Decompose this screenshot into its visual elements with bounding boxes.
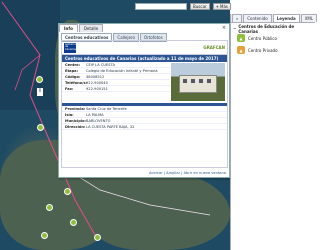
window-shape — [199, 79, 203, 83]
school-marker[interactable] — [36, 76, 43, 83]
field-label: Código: — [65, 75, 81, 79]
school-photo[interactable] — [171, 63, 225, 101]
field-value: LA CUESTA PARTE BAJA, 32 — [86, 125, 135, 129]
field-label: Municipio: — [65, 119, 86, 123]
tab-info[interactable]: Info — [59, 24, 78, 32]
field-label: Fax: — [65, 87, 74, 91]
legend: − Centros de Educación de Canarias ▲ Cen… — [231, 23, 315, 58]
legend-item-label: Centro Público — [248, 35, 277, 41]
side-panel: ⌕ Contenido Leyenda XML − Centros de Edu… — [230, 14, 318, 250]
window-shape — [191, 79, 195, 83]
field-value: Colegio de Educación Infantil y Primaria — [86, 69, 158, 73]
grafcan-logo: GRAFCAN — [203, 45, 225, 50]
field-value: CEIP LA CUESTA — [86, 63, 115, 67]
school-marker[interactable] — [94, 234, 101, 241]
school-private-icon: ▲ — [237, 46, 245, 54]
school-marker[interactable] — [41, 232, 48, 239]
school-marker[interactable] — [64, 188, 71, 195]
field-value: 38008512 — [86, 75, 105, 79]
field-row: Fax: 922-900151 — [62, 86, 170, 92]
field-value: 922-900151 — [86, 87, 108, 91]
search-button[interactable]: Buscar — [190, 3, 210, 10]
field-label: Centro: — [65, 63, 81, 67]
search-input[interactable] — [135, 3, 187, 10]
record-fields: Centro: CEIP LA CUESTA Etapa: Colegio de E… — [62, 62, 170, 102]
legend-item: ▲ Centro Público — [233, 32, 313, 44]
tab-contenido[interactable]: Contenido — [243, 14, 272, 22]
info-popup: Info Detalle × Centros educativos Callej… — [58, 23, 230, 178]
field-label: Dirección: — [65, 125, 86, 129]
field-label: Isla: — [65, 113, 74, 117]
record-top: Centro: CEIP LA CUESTA Etapa: Colegio de E… — [62, 62, 227, 102]
close-icon[interactable]: × — [221, 25, 227, 31]
legend-title: Centros de Educación de Canarias — [238, 23, 295, 34]
window-shape — [183, 79, 187, 83]
side-tabs: ⌕ Contenido Leyenda XML — [231, 14, 318, 23]
record-title: Centros educativos de Canarias (actualiz… — [62, 55, 227, 62]
legend-header[interactable]: − Centros de Educación de Canarias — [233, 23, 313, 34]
building-shape — [179, 75, 217, 93]
field-value: Santa Cruz de Tenerife — [86, 107, 127, 111]
tab-detalle[interactable]: Detalle — [78, 24, 104, 32]
field-label: Teléfono/s: — [65, 81, 88, 85]
school-marker[interactable] — [46, 204, 53, 211]
popup-body: Gobierno de Canarias GRAFCAN Centros edu… — [61, 40, 228, 168]
field-label: Etapa: — [65, 69, 79, 73]
school-marker[interactable] — [70, 219, 77, 226]
field-label: Provincia: — [65, 107, 86, 111]
gobierno-canarias-logo: Gobierno de Canarias — [64, 42, 77, 53]
school-public-icon: ▲ — [237, 34, 245, 42]
school-marker[interactable] — [37, 124, 44, 131]
info-marker-icon[interactable]: i — [37, 88, 43, 96]
popup-header: Gobierno de Canarias GRAFCAN — [62, 41, 227, 55]
tab-xml[interactable]: XML — [300, 14, 318, 22]
field-value: LA PALMA — [86, 113, 104, 117]
legend-item-label: Centro Privado — [248, 47, 278, 53]
window-shape — [207, 79, 211, 83]
field-value: BARLOVENTO — [86, 119, 111, 123]
search-bar: Buscar + Más — [135, 2, 232, 11]
plus-icon: + — [215, 4, 220, 9]
more-button[interactable]: + Más — [212, 3, 232, 10]
collapse-icon[interactable]: − — [233, 26, 236, 31]
legend-item: ▲ Centro Privado — [233, 44, 313, 56]
field-value: 922-900040 — [86, 81, 108, 85]
search-icon[interactable]: ⌕ — [232, 14, 243, 22]
popup-tabs: Info Detalle — [59, 24, 104, 32]
field-row: Dirección: LA CUESTA PARTE BAJA, 32 — [62, 124, 227, 130]
popup-footer-links[interactable]: Acercar | Ampliar | Abrir en nueva venta… — [149, 171, 226, 175]
tab-leyenda[interactable]: Leyenda — [272, 14, 300, 22]
